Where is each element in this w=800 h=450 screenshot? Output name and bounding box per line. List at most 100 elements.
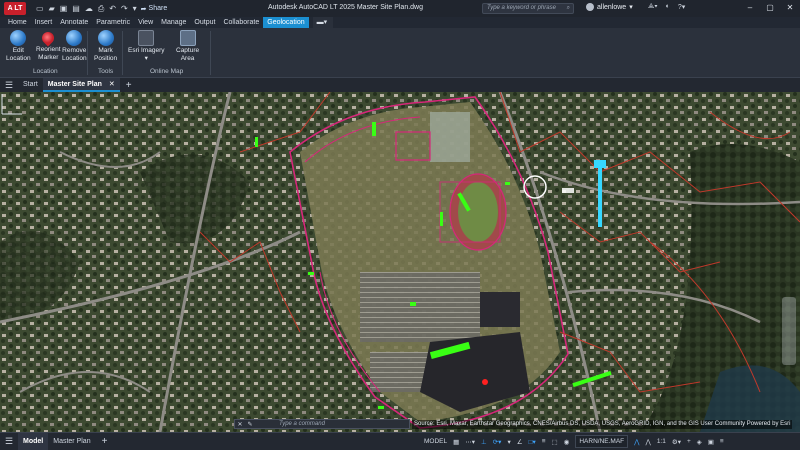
geolocation-icon[interactable]: ◉ xyxy=(564,438,570,446)
geo-marker-line xyxy=(598,162,602,227)
minimize-icon[interactable]: – xyxy=(740,0,760,17)
chevron-down-icon: ▾ xyxy=(629,4,633,11)
ortho-icon[interactable]: ⊥ xyxy=(481,438,487,446)
tab-annotate[interactable]: Annotate xyxy=(56,17,92,28)
group-label-location: Location xyxy=(33,68,58,75)
annotation-visibility-icon[interactable]: ⋀ xyxy=(634,438,639,446)
search-input[interactable]: Type a keyword or phrase ⌕ xyxy=(482,3,574,14)
tab-master-site-plan-label: Master Site Plan xyxy=(47,81,102,88)
save-icon[interactable]: ▣ xyxy=(60,4,68,13)
group-divider xyxy=(87,31,88,75)
tab-master-plan[interactable]: Master Plan xyxy=(48,433,95,450)
customize-icon[interactable]: ✎ xyxy=(245,421,255,428)
group-label-tools: Tools xyxy=(98,68,114,75)
save-to-web-icon[interactable]: ☁ xyxy=(85,4,93,13)
polar-tracking-icon[interactable]: ⟳▾ xyxy=(493,438,502,446)
group-divider xyxy=(210,31,211,75)
tab-model[interactable]: Model xyxy=(18,433,49,450)
ribbon-tab-bar: Home Insert Annotate Parametric View Man… xyxy=(0,17,800,28)
tab-master-site-plan[interactable]: Master Site Plan ✕ xyxy=(42,78,120,92)
tab-geolocation[interactable]: Geolocation xyxy=(263,17,309,28)
redo-icon[interactable]: ↷ xyxy=(121,4,128,13)
close-command-line-icon[interactable]: ✕ xyxy=(235,421,245,428)
new-file-icon[interactable]: ▭ xyxy=(36,4,44,13)
qat-dropdown-icon[interactable]: ▾ xyxy=(133,4,137,13)
print-icon[interactable]: ⎙ xyxy=(98,4,104,14)
workspace-gear-icon[interactable]: ⚙▾ xyxy=(672,438,681,446)
help-icon[interactable]: ?▾ xyxy=(678,3,685,11)
tab-output[interactable]: Output xyxy=(190,17,219,28)
customize-status-bar-icon[interactable]: ≡ xyxy=(720,438,724,445)
save-as-icon[interactable]: ▤ xyxy=(72,4,80,13)
tab-view[interactable]: View xyxy=(134,17,157,28)
drawing-canvas[interactable] xyxy=(0,92,800,432)
clean-screen-icon[interactable]: ▣ xyxy=(708,438,714,446)
mark-position-button[interactable]: Mark Position xyxy=(94,30,117,63)
layout-tabs-menu-icon[interactable]: ☰ xyxy=(0,436,18,447)
globe-remove-icon xyxy=(66,30,83,46)
tab-home[interactable]: Home xyxy=(4,17,31,28)
reorient-marker-button[interactable]: Reorient Marker xyxy=(36,29,61,62)
autodesk-apps-icon[interactable]: ⟁▾ xyxy=(648,3,658,11)
capture-area-icon xyxy=(179,30,196,46)
cart-icon[interactable]: ◐ xyxy=(666,3,670,11)
object-snap-icon[interactable]: □▾ xyxy=(529,438,536,446)
selection-cycling-icon[interactable]: ⬚ xyxy=(552,438,558,446)
status-tray: MODEL ▦ ⋯▾ ⊥ ⟳▾ ▾ ∠ □▾ ≡ ⬚ ◉ HARN/NE.MAF… xyxy=(424,435,724,448)
plus-icon[interactable]: + xyxy=(687,438,691,445)
esri-imagery-dropdown[interactable]: Esri Imagery ▾ xyxy=(128,30,164,63)
globe-mark-icon xyxy=(97,30,114,46)
ribbon-tab-options-icon[interactable]: ▬▾ xyxy=(312,17,333,28)
open-folder-icon[interactable]: ▰ xyxy=(49,4,55,13)
lineweight-icon[interactable]: ≡ xyxy=(542,438,546,445)
navigation-bar[interactable] xyxy=(782,297,796,365)
isolate-objects-icon[interactable]: ◈ xyxy=(697,438,702,446)
remove-location-button[interactable]: Remove Location xyxy=(62,30,87,63)
ribbon-panel: Edit Location Reorient Marker Remove Loc… xyxy=(0,28,800,78)
ucs-axis-icon xyxy=(1,94,22,115)
object-snap-tracking-icon[interactable]: ∠ xyxy=(517,438,523,446)
user-icon xyxy=(586,3,594,11)
share-button[interactable]: ➦ Share xyxy=(141,5,168,13)
model-space-label[interactable]: MODEL xyxy=(424,438,447,445)
mark-position-label: Mark Position xyxy=(94,47,118,62)
search-placeholder: Type a keyword or phrase xyxy=(487,5,556,11)
command-line[interactable]: ✕ ✎ Type a command xyxy=(234,419,410,429)
tab-manage[interactable]: Manage xyxy=(157,17,190,28)
annotation-scale[interactable]: 1:1 xyxy=(657,438,666,445)
title-bar: A LT ▭ ▰ ▣ ▤ ☁ ⎙ ↶ ↷ ▾ ➦ Share Autodesk … xyxy=(0,0,800,17)
capture-area-button[interactable]: Capture Area xyxy=(176,30,199,63)
auto-scale-icon[interactable]: ⋀ xyxy=(645,438,650,446)
close-icon[interactable]: ✕ xyxy=(780,0,800,17)
new-tab-icon[interactable]: + xyxy=(120,80,138,91)
application-menu-button[interactable]: A LT xyxy=(4,2,26,15)
file-tabs-menu-icon[interactable]: ☰ xyxy=(0,80,18,91)
command-input[interactable]: Type a command xyxy=(279,421,325,427)
tab-start[interactable]: Start xyxy=(18,78,43,92)
tab-insert[interactable]: Insert xyxy=(31,17,57,28)
undo-icon[interactable]: ↶ xyxy=(109,4,116,13)
share-label: Share xyxy=(148,5,168,12)
grid-icon[interactable]: ▦ xyxy=(453,438,459,446)
tab-collaborate[interactable]: Collaborate xyxy=(219,17,263,28)
maximize-icon[interactable]: ▢ xyxy=(760,0,780,17)
remove-location-label: Remove Location xyxy=(62,47,87,62)
close-tab-icon[interactable]: ✕ xyxy=(109,81,115,88)
reorient-marker-label: Reorient Marker xyxy=(36,46,61,61)
tab-parametric[interactable]: Parametric xyxy=(92,17,134,28)
globe-edit-icon xyxy=(10,30,27,46)
snap-icon[interactable]: ⋯▾ xyxy=(465,438,475,446)
edit-location-label: Edit Location xyxy=(6,47,31,62)
window-controls: – ▢ ✕ xyxy=(740,0,800,17)
search-icon[interactable]: ⌕ xyxy=(567,4,573,13)
capture-area-label: Capture Area xyxy=(176,47,200,62)
username: allenlowe xyxy=(597,3,627,11)
new-layout-icon[interactable]: + xyxy=(96,436,114,447)
edit-location-button[interactable]: Edit Location xyxy=(6,30,31,63)
group-label-online-map: Online Map xyxy=(150,68,184,75)
coordinate-system-selector[interactable]: HARN/NE.MAF xyxy=(575,435,629,448)
isodraft-icon[interactable]: ▾ xyxy=(507,438,510,446)
user-account-menu[interactable]: allenlowe ▾ xyxy=(586,3,633,11)
esri-imagery-label: Esri Imagery xyxy=(128,47,165,54)
group-divider xyxy=(122,31,123,75)
